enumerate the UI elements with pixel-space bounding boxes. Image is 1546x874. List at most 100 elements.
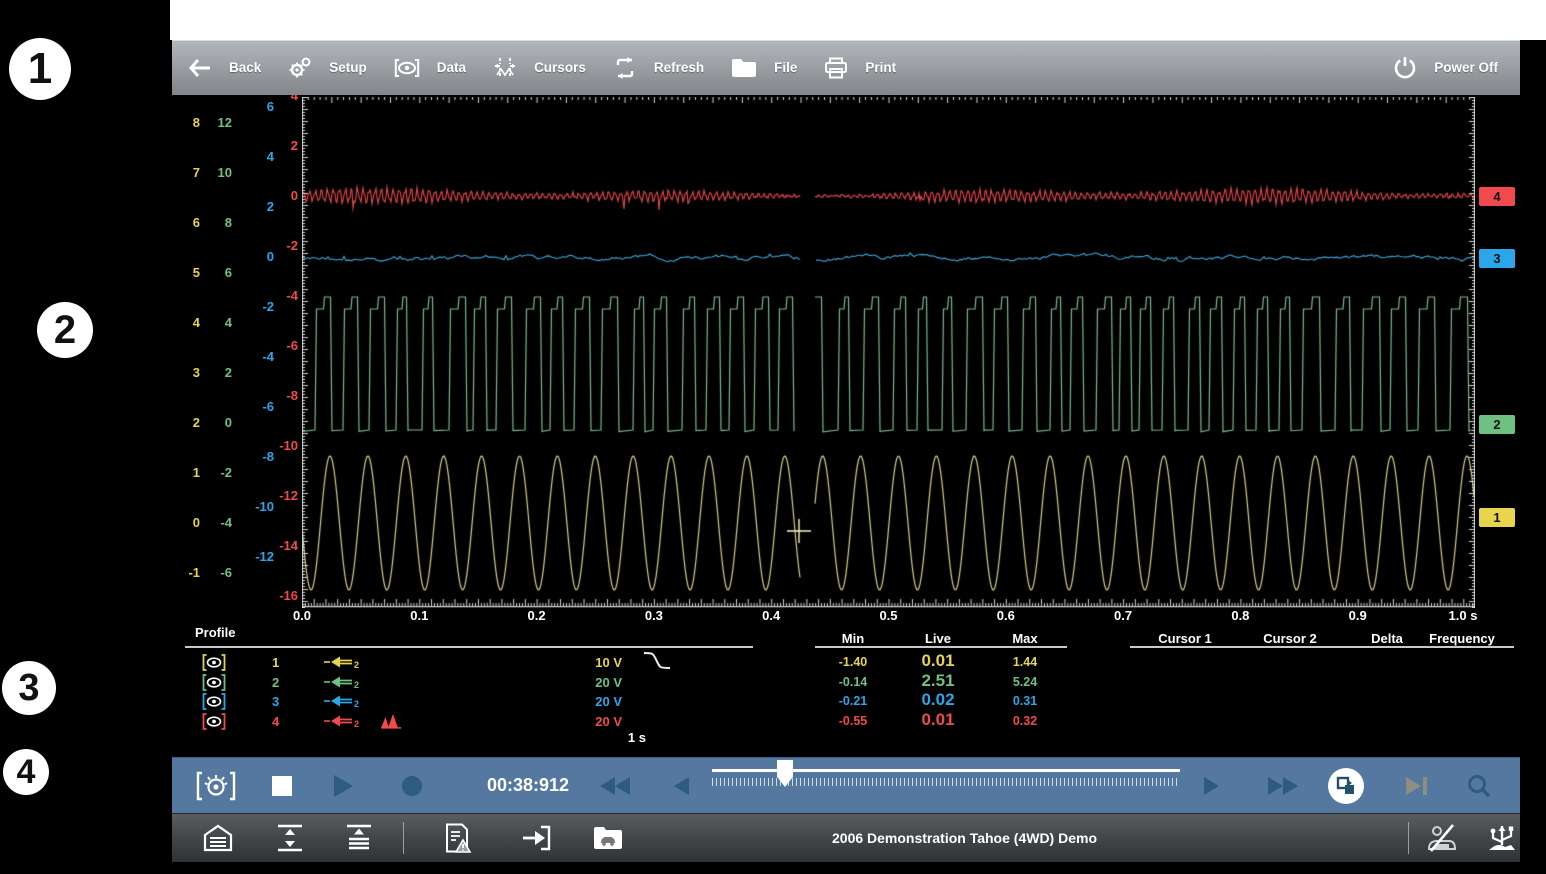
data-button[interactable]: Data: [394, 58, 466, 78]
time-tick-label: 0.7: [1093, 608, 1153, 623]
scale-label-ch4: 4: [268, 95, 298, 103]
time-tick-label: 0.8: [1210, 608, 1270, 623]
channel-4-number[interactable]: 4: [272, 712, 292, 730]
vehicle-history-button[interactable]: [593, 814, 623, 862]
sweep-time: 1 s: [576, 730, 646, 745]
playback-slider[interactable]: [712, 758, 1180, 813]
svg-text:2: 2: [354, 699, 359, 709]
channel-2-probe-icon[interactable]: 2: [322, 673, 364, 691]
time-tick-label: 0.1: [389, 608, 449, 623]
channel-3-probe-icon[interactable]: 2: [322, 692, 364, 710]
collapse-view-button[interactable]: [344, 814, 374, 862]
probe-arrow-icon: 2: [322, 654, 364, 670]
scale-label-ch4: -16: [268, 588, 298, 603]
ch2-live-value: 2.51: [898, 672, 978, 690]
cursor1-header: Cursor 1: [1140, 631, 1230, 646]
camera-timer-icon: [196, 771, 236, 801]
channel-2-visibility-toggle[interactable]: [202, 673, 226, 691]
device-disconnected-indicator[interactable]: [1425, 814, 1459, 862]
eye-bracket-icon: [202, 654, 226, 671]
channel-1-visibility-toggle[interactable]: [202, 653, 226, 671]
usb-icon: [1485, 823, 1519, 853]
ch4-min-value: -0.55: [818, 712, 888, 730]
time-tick-label: 0.3: [624, 608, 684, 623]
rewind-button[interactable]: [600, 758, 630, 813]
channel-3-scale[interactable]: 20 V: [552, 692, 622, 710]
usb-connection-indicator[interactable]: [1485, 814, 1519, 862]
document-warning-icon: [444, 823, 472, 853]
measurements-underline: [815, 646, 1067, 648]
back-button[interactable]: Back: [188, 58, 261, 78]
stop-button[interactable]: [272, 758, 292, 813]
cursors-button[interactable]: Cursors: [493, 57, 586, 79]
scale-label-ch2: 2: [204, 365, 232, 380]
magnifier-icon: [1466, 773, 1492, 799]
channel-badge-2[interactable]: 2: [1479, 415, 1515, 434]
channel-1-probe-icon[interactable]: 2: [322, 653, 364, 671]
waveform-plot[interactable]: [302, 97, 1475, 608]
channel-1-scale[interactable]: 10 V: [552, 653, 622, 671]
channel-1-number[interactable]: 1: [272, 653, 292, 671]
min-column-header: Min: [818, 631, 888, 646]
callout-1: 1: [9, 38, 71, 100]
power-off-button[interactable]: Power Off: [1393, 56, 1498, 80]
back-arrow-icon: [188, 58, 212, 78]
probe-arrow-icon: 2: [322, 693, 364, 709]
record-icon: [402, 776, 422, 796]
time-tick-label: 0.2: [507, 608, 567, 623]
folder-icon: [731, 58, 757, 78]
scale-label-ch1: 0: [172, 515, 200, 530]
eye-bracket-icon: [202, 693, 226, 710]
file-button[interactable]: File: [731, 58, 797, 78]
scale-label-ch4: 0: [268, 188, 298, 203]
scale-label-ch1: -1: [172, 565, 200, 580]
channel-badge-4[interactable]: 4: [1479, 187, 1515, 206]
profile-title: Profile: [195, 625, 235, 640]
print-button[interactable]: Print: [824, 57, 896, 79]
channel-4-peak-detect-icon[interactable]: [380, 712, 402, 730]
channel-badge-3[interactable]: 3: [1479, 249, 1515, 268]
ch4-live-value: 0.01: [898, 711, 978, 729]
skip-to-end-button[interactable]: [1406, 758, 1427, 813]
channel-4-scale[interactable]: 20 V: [552, 712, 622, 730]
scale-label-ch2: -6: [204, 565, 232, 580]
expand-vertical-icon: [275, 824, 305, 852]
trigger-slope-icon[interactable]: [642, 651, 672, 669]
expand-view-button[interactable]: [275, 814, 305, 862]
scale-label-ch2: 10: [204, 165, 232, 180]
scale-label-ch1: 6: [172, 215, 200, 230]
profile-underline: [185, 646, 753, 648]
scale-label-ch1: 8: [172, 115, 200, 130]
svg-text:2: 2: [354, 660, 359, 670]
scale-label-ch1: 5: [172, 265, 200, 280]
setup-button[interactable]: Setup: [288, 57, 367, 79]
step-forward-button[interactable]: [1204, 758, 1219, 813]
scale-label-ch2: 6: [204, 265, 232, 280]
record-button[interactable]: [402, 758, 422, 813]
channel-2-scale[interactable]: 20 V: [552, 673, 622, 691]
frequency-header: Frequency: [1417, 631, 1507, 646]
callout-3: 3: [2, 661, 56, 715]
channel-4-probe-icon[interactable]: 2: [322, 712, 364, 730]
loop-mode-button[interactable]: [1328, 758, 1364, 813]
ch1-live-value: 0.01: [898, 652, 978, 670]
data-transfer-button[interactable]: [521, 814, 551, 862]
step-back-button[interactable]: [674, 758, 689, 813]
scale-label-ch4: -8: [268, 388, 298, 403]
play-button[interactable]: [334, 758, 353, 813]
scale-label-ch4: -12: [268, 488, 298, 503]
channel-badge-1[interactable]: 1: [1479, 508, 1515, 527]
channel-2-number[interactable]: 2: [272, 673, 292, 691]
channel-3-visibility-toggle[interactable]: [202, 692, 226, 710]
zoom-button[interactable]: [1466, 758, 1492, 813]
refresh-button[interactable]: Refresh: [613, 57, 704, 79]
fast-forward-button[interactable]: [1268, 758, 1298, 813]
scope-display: 876543210-1121086420-2-4-66420-2-4-6-8-1…: [172, 95, 1520, 757]
vehicle-records-button[interactable]: [444, 814, 472, 862]
record-timer-button[interactable]: [196, 758, 236, 813]
cursor-panel-underline: [1130, 646, 1514, 648]
home-button[interactable]: [203, 814, 233, 862]
ch4-max-value: 0.32: [990, 712, 1060, 730]
channel-3-number[interactable]: 3: [272, 692, 292, 710]
channel-4-visibility-toggle[interactable]: [202, 712, 226, 730]
